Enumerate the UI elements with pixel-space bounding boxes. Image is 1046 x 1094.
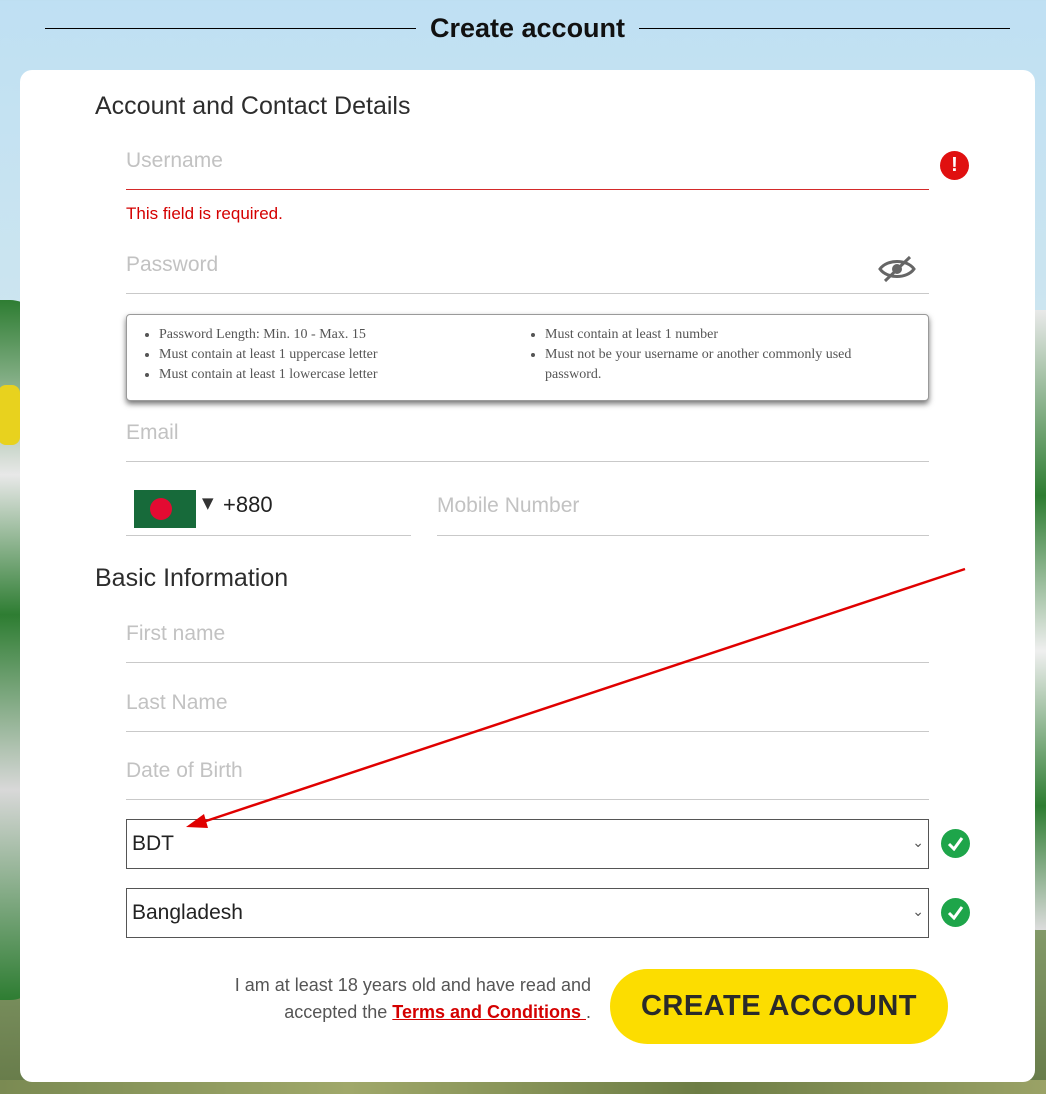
username-error-message: This field is required. [126, 204, 283, 223]
caret-down-icon: ▼ [202, 494, 214, 512]
terms-text-end: . [585, 1002, 591, 1022]
check-icon [941, 898, 970, 927]
terms-link[interactable]: Terms and Conditions [392, 1002, 586, 1022]
currency-select[interactable]: BDT ⌄ [126, 819, 929, 869]
country-select[interactable]: Bangladesh ⌄ [126, 888, 929, 938]
registration-form: Account and Contact Details ! This field… [20, 70, 1035, 1082]
chevron-down-icon: ⌄ [912, 903, 924, 919]
country-value: Bangladesh [132, 901, 243, 924]
page-header: Create account [45, 0, 1011, 56]
section-title-basic: Basic Information [95, 564, 289, 592]
dob-input[interactable] [126, 751, 929, 799]
password-rule-item: Must not be your username or another com… [545, 345, 899, 385]
password-rule-item: Must contain at least 1 number [545, 325, 899, 345]
password-rules-left: Password Length: Min. 10 - Max. 15Must c… [143, 325, 529, 400]
background-grass [0, 1080, 1046, 1094]
password-rules-right: Must contain at least 1 numberMust not b… [529, 325, 899, 400]
mobile-number-field [437, 484, 929, 536]
section-title-account: Account and Contact Details [95, 92, 411, 120]
password-input[interactable] [126, 245, 929, 293]
email-field [126, 412, 929, 462]
last-name-field [126, 682, 929, 732]
username-input[interactable] [126, 141, 929, 189]
first-name-field [126, 613, 929, 663]
password-rule-item: Must contain at least 1 uppercase letter [159, 345, 529, 365]
mobile-number-input[interactable] [437, 487, 929, 535]
dob-field [126, 750, 929, 800]
username-field [126, 140, 929, 190]
create-account-button[interactable]: CREATE ACCOUNT [610, 969, 948, 1044]
chevron-down-icon: ⌄ [912, 834, 924, 850]
header-divider-left [45, 27, 416, 29]
password-requirements: Password Length: Min. 10 - Max. 15Must c… [126, 314, 929, 401]
page-title: Create account [429, 12, 626, 43]
last-name-input[interactable] [126, 683, 929, 731]
country-code-selector[interactable]: ▼ +880 [126, 484, 411, 536]
check-icon [941, 829, 970, 858]
password-rule-item: Must contain at least 1 lowercase letter [159, 365, 529, 385]
password-rule-item: Password Length: Min. 10 - Max. 15 [159, 325, 529, 345]
bangladesh-flag-icon [134, 490, 196, 528]
eye-slash-icon[interactable] [877, 254, 917, 284]
currency-value: BDT [132, 832, 174, 855]
terms-statement: I am at least 18 years old and have read… [170, 972, 591, 1026]
dial-code: +880 [223, 492, 273, 517]
password-field [126, 244, 929, 294]
first-name-input[interactable] [126, 614, 929, 662]
error-icon: ! [940, 151, 969, 180]
email-input[interactable] [126, 413, 929, 461]
header-divider-right [639, 27, 1011, 29]
